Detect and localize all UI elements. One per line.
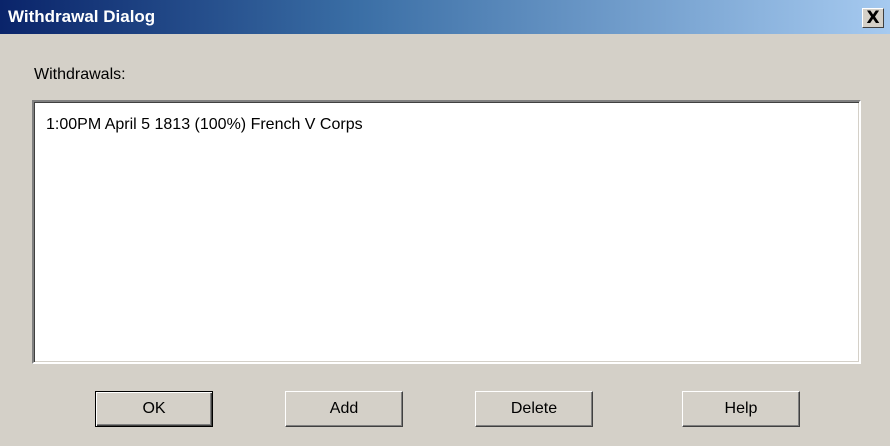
list-item[interactable]: 1:00PM April 5 1813 (100%) French V Corp…: [46, 116, 363, 134]
close-button[interactable]: X: [862, 8, 884, 28]
help-button[interactable]: Help: [682, 391, 800, 427]
add-button-label: Add: [329, 400, 359, 417]
close-icon: X: [866, 8, 880, 28]
withdrawal-dialog: Withdrawal Dialog X Withdrawals: 1:00PM …: [0, 0, 890, 446]
ok-button-label: OK: [142, 400, 166, 417]
withdrawals-listbox[interactable]: 1:00PM April 5 1813 (100%) French V Corp…: [32, 100, 861, 364]
help-button-label: Help: [724, 400, 758, 417]
title-bar[interactable]: Withdrawal Dialog X: [0, 0, 890, 34]
delete-button-label: Delete: [510, 400, 558, 417]
ok-button[interactable]: OK: [95, 391, 213, 427]
delete-button[interactable]: Delete: [475, 391, 593, 427]
window-title: Withdrawal Dialog: [8, 7, 156, 26]
withdrawals-label: Withdrawals:: [34, 66, 126, 83]
add-button[interactable]: Add: [285, 391, 403, 427]
